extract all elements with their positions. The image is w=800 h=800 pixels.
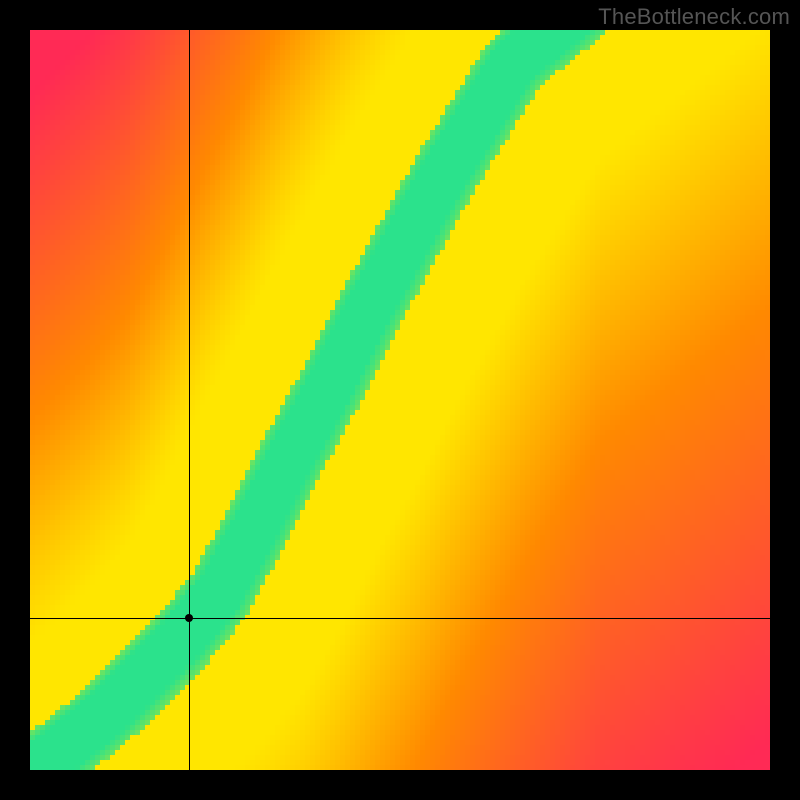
watermark-text: TheBottleneck.com bbox=[598, 4, 790, 30]
heatmap-canvas bbox=[30, 30, 770, 770]
chart-frame: TheBottleneck.com bbox=[0, 0, 800, 800]
crosshair-horizontal bbox=[30, 618, 770, 619]
crosshair-vertical bbox=[189, 30, 190, 770]
plot-area bbox=[30, 30, 770, 770]
